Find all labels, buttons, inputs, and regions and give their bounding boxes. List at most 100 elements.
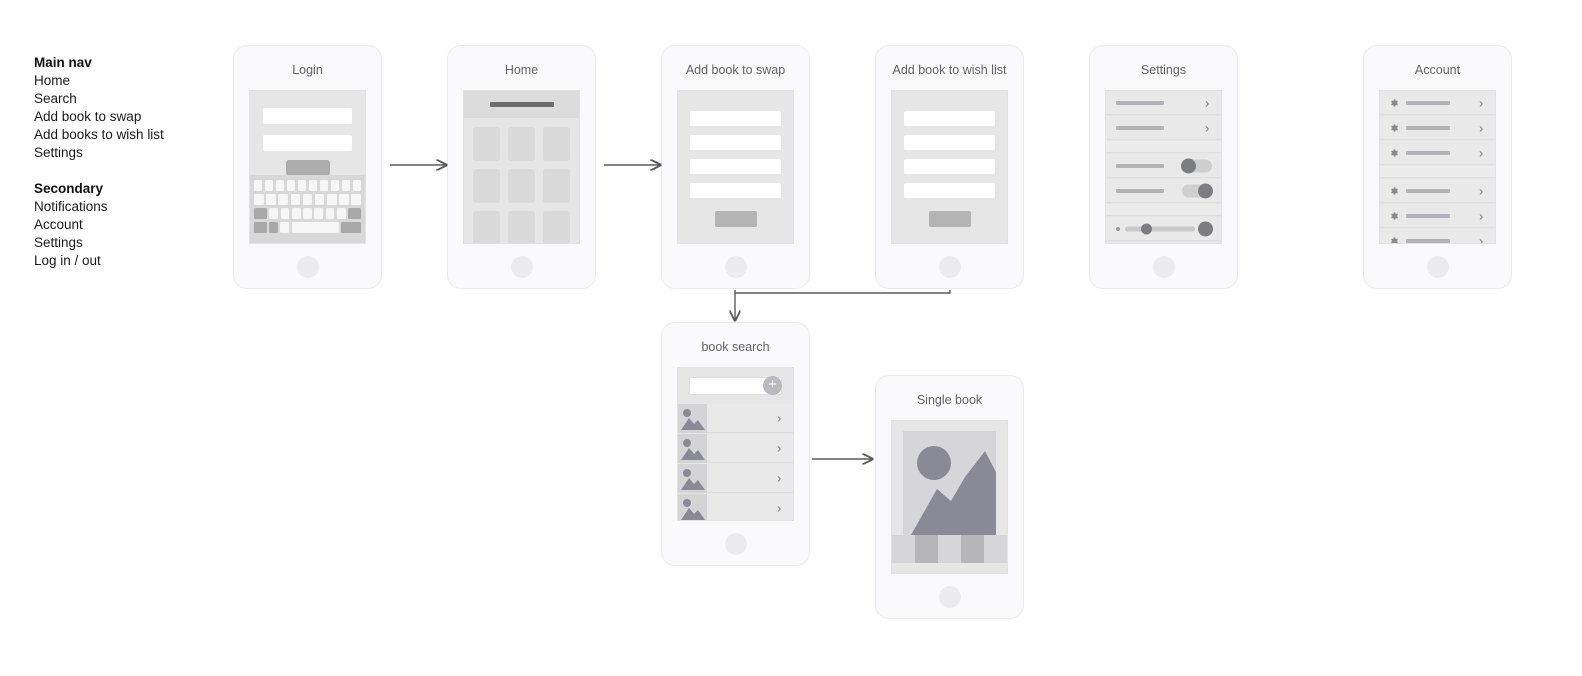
form-field[interactable]	[690, 135, 781, 150]
keyboard-key[interactable]	[286, 180, 296, 191]
nav-item-log-in-out[interactable]: Log in / out	[34, 252, 224, 270]
tile-item[interactable]	[508, 169, 535, 203]
tile-item[interactable]	[473, 169, 500, 203]
settings-row-toggle[interactable]	[1106, 179, 1221, 203]
keyboard-key[interactable]	[337, 208, 346, 219]
form-field[interactable]	[904, 159, 995, 174]
screen-home	[463, 90, 580, 244]
keyboard-key[interactable]	[341, 180, 351, 191]
keyboard-key[interactable]	[352, 180, 361, 191]
tile-item[interactable]	[543, 169, 570, 203]
search-result-row[interactable]: ›	[678, 464, 793, 493]
nav-item-home[interactable]: Home	[34, 72, 224, 90]
form-field[interactable]	[904, 183, 995, 198]
keyboard-emoji-key[interactable]	[269, 222, 278, 233]
tile-item[interactable]	[473, 127, 500, 161]
strip-segment[interactable]	[961, 535, 984, 563]
search-result-row[interactable]: ›	[678, 494, 793, 520]
nav-item-notifications[interactable]: Notifications	[34, 198, 224, 216]
keyboard-numeric-key[interactable]	[254, 222, 267, 233]
keyboard-key[interactable]	[302, 194, 313, 205]
keyboard-key[interactable]	[319, 180, 329, 191]
nav-item-account[interactable]: Account	[34, 216, 224, 234]
nav-item-add-books-to-wish-list[interactable]: Add books to wish list	[34, 126, 224, 144]
toggle-switch-on[interactable]	[1182, 183, 1213, 198]
keyboard-key[interactable]	[330, 180, 340, 191]
form-field[interactable]	[690, 159, 781, 174]
keyboard-key[interactable]	[269, 208, 278, 219]
nav-item-search[interactable]: Search	[34, 90, 224, 108]
form-field[interactable]	[690, 111, 781, 126]
search-result-row[interactable]: ›	[678, 404, 793, 433]
settings-row-chevron[interactable]: ›	[1106, 116, 1221, 140]
keyboard-key[interactable]	[275, 180, 285, 191]
form-field[interactable]	[690, 183, 781, 198]
keyboard-key[interactable]	[314, 194, 325, 205]
keyboard-key[interactable]	[325, 208, 335, 219]
keyboard-key[interactable]	[291, 208, 301, 219]
nav-item-add-book-to-swap[interactable]: Add book to swap	[34, 108, 224, 126]
search-result-row[interactable]: ›	[678, 434, 793, 463]
nav-item-settings[interactable]: Settings	[34, 144, 224, 162]
keyboard-key[interactable]	[303, 208, 312, 219]
keyboard-key[interactable]	[278, 194, 288, 205]
keyboard-key[interactable]	[266, 194, 276, 205]
home-button[interactable]	[1426, 256, 1449, 278]
keyboard-space-key[interactable]	[291, 222, 339, 233]
tile-item[interactable]	[473, 211, 500, 243]
tile-item[interactable]	[508, 127, 535, 161]
keyboard-key[interactable]	[314, 208, 324, 219]
keyboard-shift-key[interactable]	[253, 208, 267, 219]
home-button[interactable]	[1152, 256, 1175, 278]
book-thumbnail	[678, 464, 707, 493]
keyboard-key[interactable]	[290, 194, 301, 205]
home-button[interactable]	[510, 256, 533, 278]
home-button[interactable]	[938, 586, 961, 608]
submit-button[interactable]	[714, 211, 757, 227]
onscreen-keyboard[interactable]	[250, 175, 365, 243]
home-button[interactable]	[938, 256, 961, 278]
password-field[interactable]	[263, 135, 352, 151]
toggle-switch-off[interactable]	[1181, 158, 1212, 173]
keyboard-key[interactable]	[339, 194, 349, 205]
account-row[interactable]: ›	[1380, 116, 1495, 140]
nav-item-settings-secondary[interactable]: Settings	[34, 234, 224, 252]
strip-segment[interactable]	[938, 535, 961, 563]
username-field[interactable]	[263, 108, 352, 124]
form-field[interactable]	[904, 111, 995, 126]
keyboard-key[interactable]	[254, 180, 263, 191]
settings-row-slider[interactable]	[1106, 217, 1221, 241]
slider-track[interactable]	[1125, 226, 1195, 231]
keyboard-return-key[interactable]	[341, 222, 361, 233]
login-submit-button[interactable]	[285, 160, 330, 176]
keyboard-key[interactable]	[280, 208, 290, 219]
keyboard-backspace-key[interactable]	[348, 208, 362, 219]
account-row[interactable]: ›	[1380, 229, 1495, 243]
submit-button[interactable]	[928, 211, 971, 227]
account-row[interactable]: ›	[1380, 91, 1495, 115]
strip-segment[interactable]	[915, 535, 938, 563]
add-book-button[interactable]: +	[763, 376, 782, 395]
keyboard-key[interactable]	[280, 222, 290, 233]
keyboard-key[interactable]	[297, 180, 307, 191]
home-button[interactable]	[296, 256, 319, 278]
account-row[interactable]: ›	[1380, 204, 1495, 228]
home-button[interactable]	[724, 256, 747, 278]
keyboard-key[interactable]	[327, 194, 337, 205]
account-row[interactable]: ›	[1380, 179, 1495, 203]
slider-knob[interactable]	[1141, 223, 1152, 234]
keyboard-key[interactable]	[264, 180, 274, 191]
tile-item[interactable]	[543, 211, 570, 243]
settings-row-toggle[interactable]	[1106, 154, 1221, 178]
form-field[interactable]	[904, 135, 995, 150]
keyboard-key[interactable]	[308, 180, 318, 191]
tile-item[interactable]	[508, 211, 535, 243]
account-row[interactable]: ›	[1380, 141, 1495, 165]
tile-item[interactable]	[543, 127, 570, 161]
home-button[interactable]	[724, 533, 747, 555]
strip-segment[interactable]	[984, 535, 1007, 563]
strip-segment[interactable]	[892, 535, 915, 563]
keyboard-key[interactable]	[351, 194, 361, 205]
settings-row-chevron[interactable]: ›	[1106, 91, 1221, 115]
keyboard-key[interactable]	[254, 194, 264, 205]
